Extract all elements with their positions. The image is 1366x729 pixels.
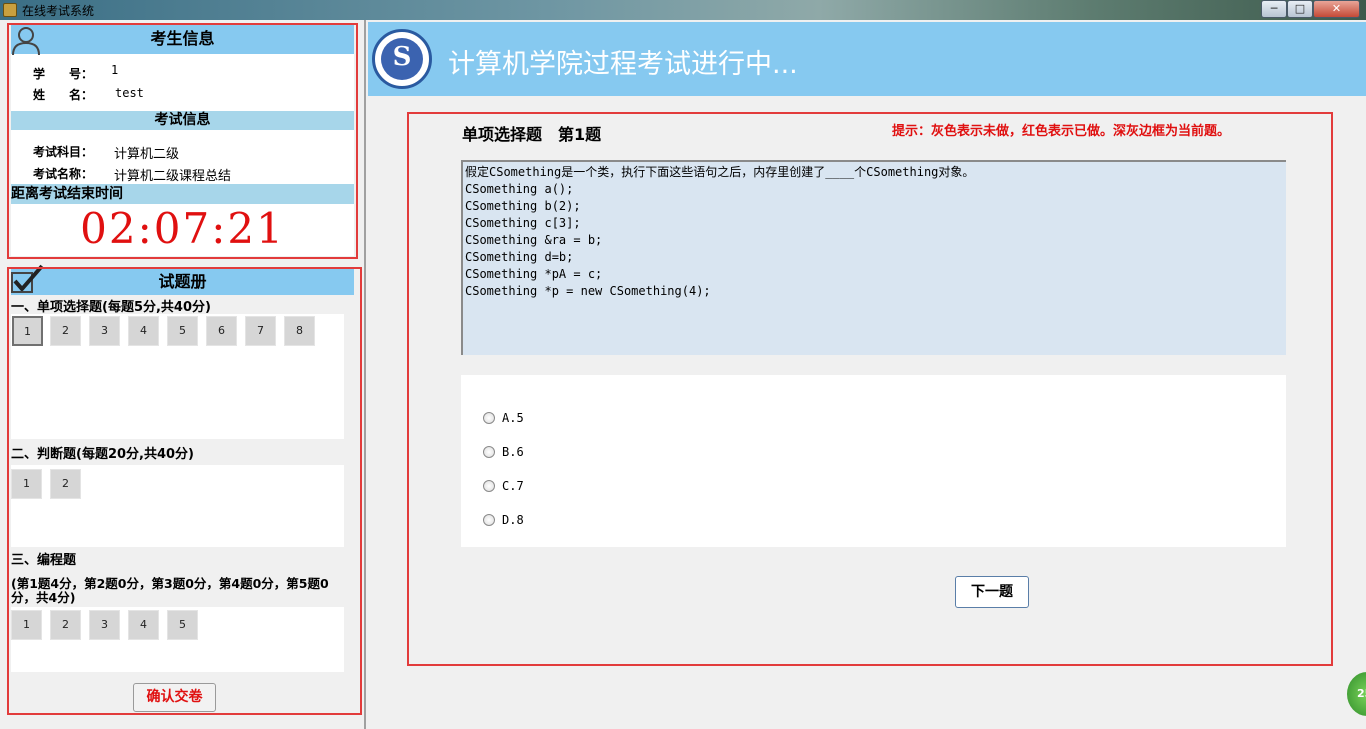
question-frame (407, 112, 1333, 666)
app-icon (3, 3, 17, 17)
logo-inner: S (381, 38, 423, 80)
title-bar: 在线考试系统 ─ □ ✕ (0, 0, 1366, 20)
close-button[interactable]: ✕ (1313, 0, 1360, 18)
banner-title: 计算机学院过程考试进行中... (448, 49, 798, 80)
school-logo: S (372, 29, 432, 89)
window-title: 在线考试系统 (22, 4, 95, 18)
student-info-frame (7, 23, 358, 259)
question-book-frame (7, 267, 362, 715)
logo-letter: S (392, 42, 412, 72)
minimize-button[interactable]: ─ (1261, 0, 1287, 18)
maximize-button[interactable]: □ (1287, 0, 1313, 18)
